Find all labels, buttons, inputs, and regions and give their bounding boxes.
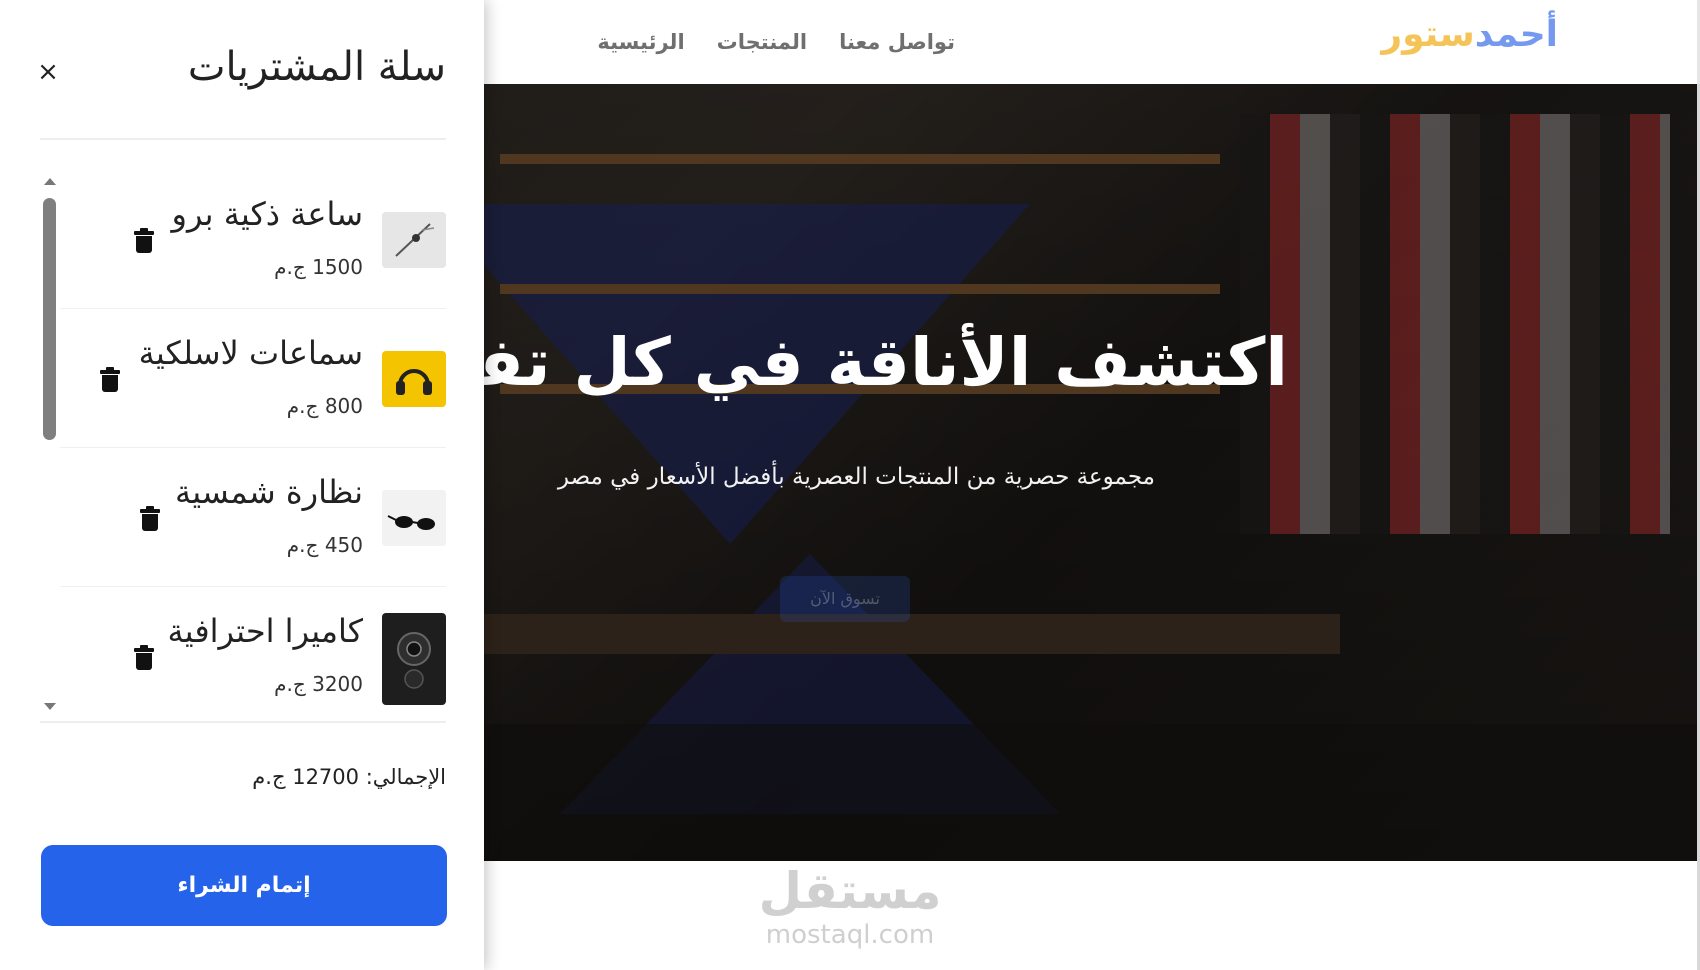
cart-item-price: 3200 ج.م [274, 672, 363, 696]
cart-total: الإجمالي: 12700 ج.م [252, 765, 446, 789]
cart-item: نظارة شمسية 450 ج.م [60, 448, 446, 587]
checkout-button[interactable]: إتمام الشراء [41, 845, 447, 926]
watermark: مستقل mostaql.com [745, 862, 955, 950]
sunglasses-thumbnail [382, 490, 446, 546]
cart-item: ساعة ذكية برو 1500 ج.م [60, 170, 446, 309]
scroll-up-arrow-icon[interactable] [44, 178, 56, 185]
hero-subtitle: مجموعة حصرية من المنتجات العصرية بأفضل ا… [557, 464, 1155, 490]
trash-icon[interactable] [134, 228, 154, 254]
trash-icon[interactable] [140, 506, 160, 532]
cart-item-price: 1500 ج.م [274, 255, 363, 279]
cart-title: سلة المشتريات [187, 44, 446, 90]
smartwatch-thumbnail [382, 212, 446, 268]
headphones-thumbnail [382, 351, 446, 407]
cart-panel: سلة المشتريات × ساعة ذكية برو 1500 ج.م س… [0, 0, 484, 970]
cart-item-name: نظارة شمسية [175, 473, 363, 511]
cart-item-name: ساعة ذكية برو [171, 195, 363, 233]
navbar-overlay [484, 0, 1700, 84]
cart-items-list: ساعة ذكية برو 1500 ج.م سماعات لاسلكية 80… [60, 170, 446, 716]
camera-thumbnail [382, 613, 446, 705]
watermark-latin: mostaql.com [765, 920, 935, 950]
cart-item-name: كاميرا احترافية [167, 612, 363, 650]
cart-divider-bottom [40, 721, 446, 723]
cart-scrollbar-thumb[interactable] [43, 198, 56, 440]
cart-item-price: 450 ج.م [286, 533, 363, 557]
watermark-arabic: مستقل [758, 862, 942, 920]
cart-item: كاميرا احترافية 3200 ج.م [60, 587, 446, 716]
cart-divider-top [40, 138, 446, 140]
cart-item: سماعات لاسلكية 800 ج.م [60, 309, 446, 448]
trash-icon[interactable] [134, 645, 154, 671]
cart-item-price: 800 ج.م [286, 394, 363, 418]
cart-item-name: سماعات لاسلكية [138, 334, 363, 372]
shop-now-button[interactable]: تسوق الآن [780, 576, 910, 622]
close-icon[interactable]: × [36, 59, 60, 85]
trash-icon[interactable] [100, 367, 120, 393]
scroll-down-arrow-icon[interactable] [44, 703, 56, 710]
